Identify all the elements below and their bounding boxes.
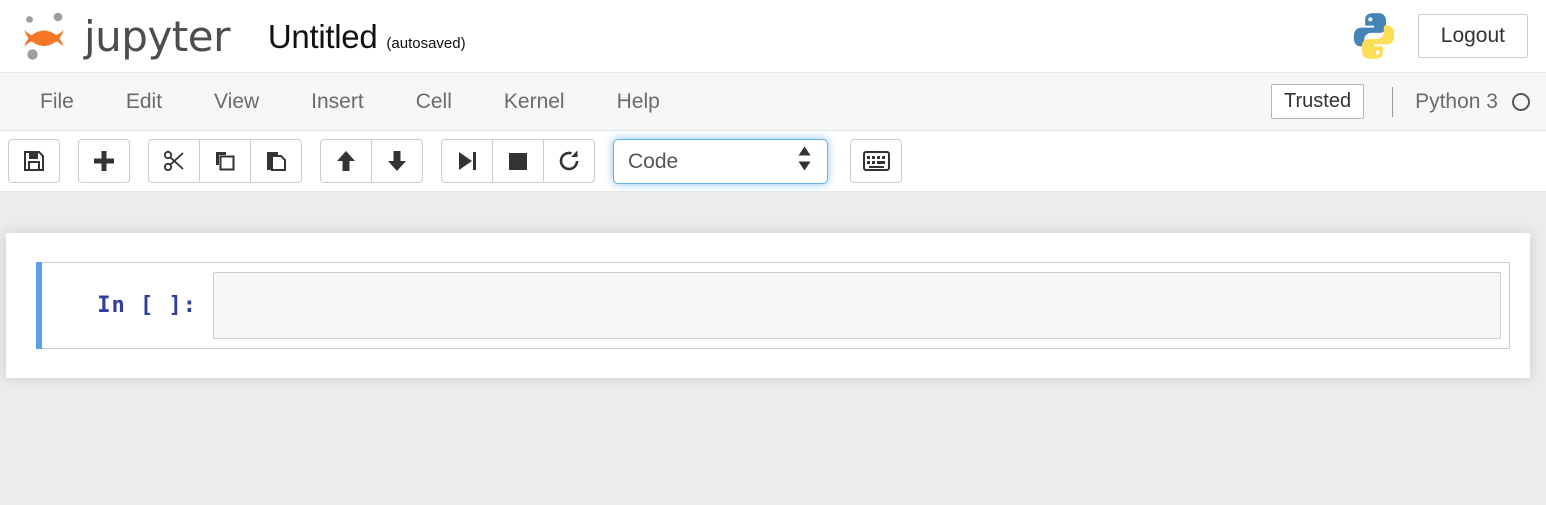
- stop-square-icon: [506, 149, 530, 173]
- menu-insert[interactable]: Insert: [285, 91, 390, 112]
- scissors-icon: [162, 149, 186, 173]
- copy-cell-button[interactable]: [199, 139, 251, 183]
- paste-cell-button[interactable]: [250, 139, 302, 183]
- jupyter-logo-icon[interactable]: [18, 11, 84, 61]
- toolbar-group-clipboard: [148, 139, 302, 183]
- move-cell-down-button[interactable]: [371, 139, 423, 183]
- menu-file[interactable]: File: [14, 91, 100, 112]
- header-right-group: Logout: [1348, 0, 1528, 72]
- toolbar-group-execution: [441, 139, 595, 183]
- floppy-disk-icon: [22, 149, 46, 173]
- menu-help[interactable]: Help: [591, 91, 686, 112]
- menubar-divider: [1392, 86, 1394, 117]
- kernel-name-label[interactable]: Python 3: [1415, 91, 1498, 112]
- run-icon: [455, 149, 479, 173]
- arrow-down-icon: [385, 149, 409, 173]
- toolbar-group-palette: [850, 139, 902, 183]
- notebook-title[interactable]: Untitled: [268, 20, 378, 53]
- paste-icon: [264, 149, 288, 173]
- code-cell-input[interactable]: [213, 272, 1501, 339]
- cut-cell-button[interactable]: [148, 139, 200, 183]
- toolbar-group-insert: [78, 139, 130, 183]
- code-cell[interactable]: In [ ]:: [36, 262, 1510, 349]
- menu-edit[interactable]: Edit: [100, 91, 188, 112]
- notebook-container: In [ ]:: [6, 233, 1530, 378]
- jupyter-wordmark[interactable]: jupyter: [84, 16, 230, 58]
- restart-kernel-button[interactable]: [543, 139, 595, 183]
- cell-type-selector-wrap: CodeMarkdownRaw NBConvertHeading: [613, 138, 828, 184]
- command-palette-button[interactable]: [850, 139, 902, 183]
- toolbar-group-move: [320, 139, 423, 183]
- run-cell-button[interactable]: [441, 139, 493, 183]
- move-cell-up-button[interactable]: [320, 139, 372, 183]
- trusted-badge[interactable]: Trusted: [1271, 84, 1365, 119]
- cell-type-select[interactable]: CodeMarkdownRaw NBConvertHeading: [613, 138, 828, 184]
- insert-cell-below-button[interactable]: [78, 139, 130, 183]
- logout-button[interactable]: Logout: [1417, 13, 1528, 59]
- menu-view[interactable]: View: [188, 91, 285, 112]
- notebook-site: In [ ]:: [0, 192, 1546, 505]
- interrupt-kernel-button[interactable]: [492, 139, 544, 183]
- menu-list: File Edit View Insert Cell Kernel Help: [14, 73, 686, 130]
- python-logo-icon: [1348, 10, 1400, 62]
- menu-kernel[interactable]: Kernel: [478, 91, 591, 112]
- menu-cell[interactable]: Cell: [390, 91, 478, 112]
- toolbar-group-save: [8, 139, 60, 183]
- tool-bar: CodeMarkdownRaw NBConvertHeading: [0, 131, 1546, 192]
- page-header: jupyter Untitled (autosaved) Logout: [0, 0, 1546, 73]
- autosave-status: (autosaved): [386, 34, 466, 52]
- kernel-idle-circle-icon[interactable]: [1512, 92, 1530, 111]
- cell-input-prompt: In [ ]:: [97, 293, 197, 318]
- menubar-right-group: Trusted Python 3: [1271, 73, 1530, 130]
- menu-bar: File Edit View Insert Cell Kernel Help T…: [0, 73, 1546, 131]
- header-left-group: jupyter Untitled (autosaved): [18, 0, 466, 72]
- save-button[interactable]: [8, 139, 60, 183]
- restart-circular-arrow-icon: [557, 149, 581, 173]
- plus-icon: [92, 149, 116, 173]
- keyboard-icon: [862, 151, 890, 171]
- copy-icon: [213, 149, 237, 173]
- arrow-up-icon: [334, 149, 358, 173]
